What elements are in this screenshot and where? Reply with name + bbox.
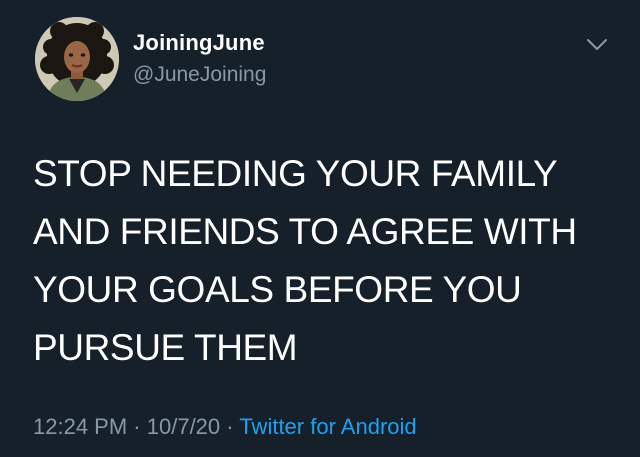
tweet-text-line: STOP NEEDING YOUR FAMILY: [33, 153, 558, 194]
avatar-illustration: [35, 17, 119, 101]
tweet-text-line: PURSUE THEM: [33, 327, 298, 368]
meta-separator: ·: [226, 414, 234, 439]
display-name[interactable]: JoiningJune: [133, 30, 265, 56]
tweet-card: JoiningJune @JuneJoining STOP NEEDING YO…: [0, 0, 640, 457]
tweet-meta: 12:24 PM · 10/7/20 · Twitter for Android: [33, 414, 417, 440]
tweet-text: STOP NEEDING YOUR FAMILY AND FRIENDS TO A…: [33, 145, 613, 377]
avatar[interactable]: [35, 17, 119, 101]
meta-separator: ·: [133, 414, 141, 439]
tweet-text-line: AND FRIENDS TO AGREE WITH: [33, 211, 577, 252]
tweet-time[interactable]: 12:24 PM: [33, 414, 127, 439]
chevron-down-icon[interactable]: [583, 30, 611, 58]
user-handle[interactable]: @JuneJoining: [133, 63, 266, 87]
tweet-text-line: YOUR GOALS BEFORE YOU: [33, 269, 522, 310]
tweet-date[interactable]: 10/7/20: [147, 414, 220, 439]
tweet-source-link[interactable]: Twitter for Android: [239, 414, 416, 439]
